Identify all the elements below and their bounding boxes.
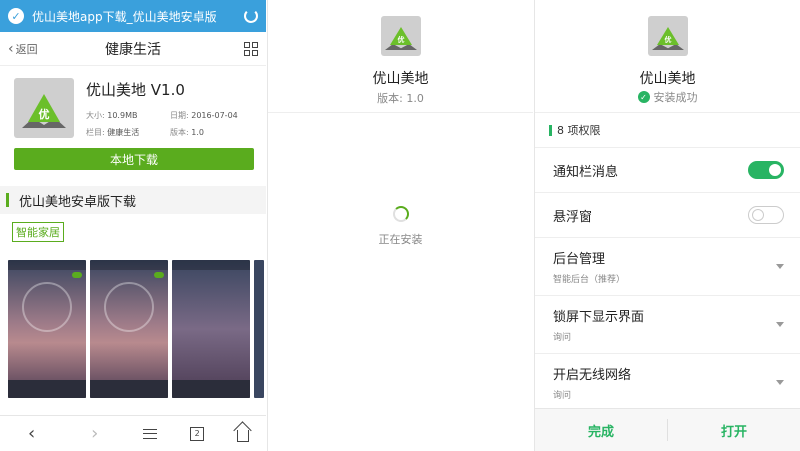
- install-success-status: ✓ 安装成功: [535, 89, 800, 105]
- download-page-panel: ✓ 优山美地app下载_优山美地安卓版 ‹ 返回 健康生活 优 优山美地 V1.…: [0, 0, 266, 451]
- permission-row-wifi[interactable]: 开启无线网络 询问: [535, 354, 800, 412]
- loading-spinner-icon: [393, 206, 409, 222]
- page-nav-bar: ‹ 返回 健康生活: [0, 32, 266, 66]
- permission-value: 智能后台（推荐）: [553, 275, 626, 285]
- action-footer: 完成 打开: [535, 408, 800, 451]
- browser-url-bar[interactable]: ✓ 优山美地app下载_优山美地安卓版: [0, 0, 266, 32]
- chevron-left-icon: ‹: [8, 40, 14, 57]
- app-card: 优 优山美地 V1.0 大小: 10.9MB 日期: 2016-07-04 栏目…: [0, 66, 266, 138]
- menu-icon[interactable]: [142, 428, 157, 439]
- page-title: 健康生活: [105, 41, 161, 58]
- chevron-down-icon[interactable]: [776, 322, 784, 327]
- category-label: 栏目:: [86, 128, 105, 137]
- screenshot-3[interactable]: [172, 260, 250, 398]
- tabs-button[interactable]: 2: [190, 426, 205, 441]
- reload-icon[interactable]: [244, 9, 258, 23]
- browser-bottom-nav: ‹ › 2: [0, 415, 266, 451]
- installing-panel: 优 优山美地 版本: 1.0 正在安装: [267, 0, 533, 451]
- app-category: 健康生活: [107, 128, 140, 137]
- permission-row-background[interactable]: 后台管理 智能后台（推荐）: [535, 238, 800, 296]
- permission-row-floating-window[interactable]: 悬浮窗: [535, 193, 800, 238]
- notification-toggle[interactable]: [748, 161, 784, 179]
- home-icon[interactable]: [237, 429, 250, 442]
- app-name: 优山美地: [639, 71, 696, 87]
- local-download-button[interactable]: 本地下载: [14, 148, 254, 170]
- divider: [268, 112, 533, 113]
- chevron-down-icon[interactable]: [776, 264, 784, 269]
- category-tag[interactable]: 智能家居: [12, 222, 64, 242]
- screenshot-1[interactable]: [8, 260, 86, 398]
- app-meta: 大小: 10.9MB 日期: 2016-07-04 栏目: 健康生活 版本: 1…: [86, 110, 254, 138]
- permission-row-lockscreen[interactable]: 锁屏下显示界面 询问: [535, 296, 800, 354]
- app-name: 优山美地: [372, 71, 429, 87]
- permission-title: 后台管理: [553, 252, 606, 267]
- success-check-icon: ✓: [637, 91, 650, 103]
- section-marker: [549, 124, 552, 136]
- permission-title: 锁屏下显示界面: [553, 310, 645, 325]
- app-logo-icon: 优: [381, 16, 421, 56]
- permission-title: 通知栏消息: [553, 164, 619, 180]
- permission-title: 悬浮窗: [553, 209, 593, 225]
- screenshot-4[interactable]: [254, 260, 264, 398]
- size-label: 大小:: [86, 111, 105, 120]
- section-marker: [6, 193, 9, 207]
- permissions-count: 8 项权限: [557, 124, 601, 137]
- permission-value: 询问: [553, 391, 572, 401]
- section-title: 优山美地安卓版下载: [19, 194, 137, 210]
- open-button[interactable]: 打开: [668, 409, 800, 451]
- secure-check-icon: ✓: [8, 8, 24, 24]
- back-button[interactable]: ‹ 返回: [8, 41, 38, 57]
- floating-window-toggle[interactable]: [748, 206, 784, 224]
- version-label: 版本:: [170, 128, 189, 137]
- app-size: 10.9MB: [107, 111, 138, 120]
- app-name-version: 优山美地 V1.0: [86, 81, 185, 99]
- app-logo-icon: 优: [648, 16, 688, 56]
- forward-arrow-icon[interactable]: ›: [80, 423, 110, 444]
- back-arrow-icon[interactable]: ‹: [17, 423, 47, 444]
- permissions-list: 通知栏消息 悬浮窗 后台管理 智能后台（推荐） 锁屏下显示界面 询问 开启无线网…: [535, 148, 800, 412]
- app-logo-icon: 优: [14, 78, 74, 138]
- section-header: 优山美地安卓版下载: [0, 186, 266, 214]
- permission-value: 询问: [553, 333, 572, 343]
- done-button[interactable]: 完成: [535, 409, 667, 451]
- back-label: 返回: [15, 42, 38, 56]
- screenshot-gallery[interactable]: [8, 260, 264, 398]
- chevron-down-icon[interactable]: [776, 380, 784, 385]
- app-version: 版本: 1.0: [377, 92, 424, 105]
- grid-menu-icon[interactable]: [244, 41, 258, 56]
- permissions-header: 8 项权限: [535, 112, 800, 148]
- permission-row-notification[interactable]: 通知栏消息: [535, 148, 800, 193]
- date-label: 日期:: [170, 111, 189, 120]
- install-success-label: 安装成功: [653, 91, 698, 104]
- app-version: 1.0: [191, 128, 204, 137]
- installed-panel: 优 优山美地 ✓ 安装成功 8 项权限 通知栏消息 悬浮窗 后台管理 智能后台（…: [534, 0, 800, 451]
- install-status: 正在安装: [378, 233, 423, 246]
- screenshot-2[interactable]: [90, 260, 168, 398]
- app-date: 2016-07-04: [191, 111, 238, 120]
- url-title[interactable]: 优山美地app下载_优山美地安卓版: [32, 8, 244, 25]
- permission-title: 开启无线网络: [553, 368, 632, 383]
